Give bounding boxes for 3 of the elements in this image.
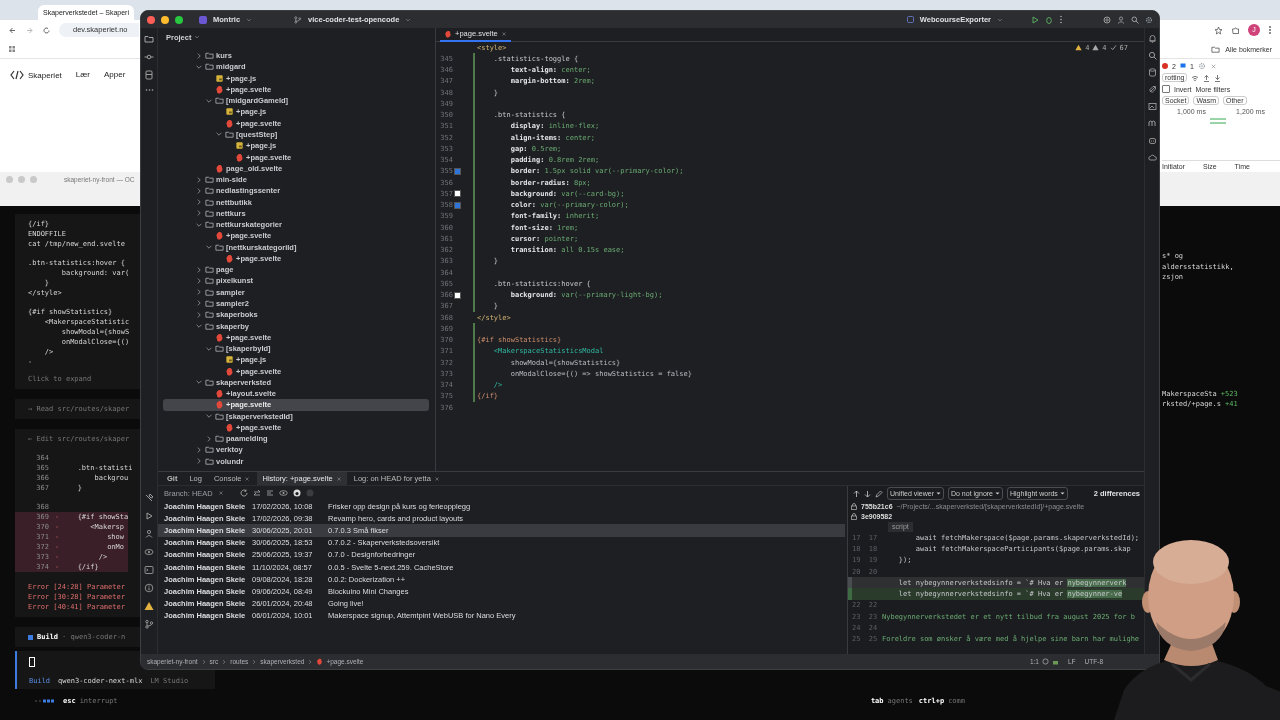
- nav-link[interactable]: Lær: [75, 70, 91, 79]
- site-name[interactable]: Skaperiet: [28, 70, 62, 80]
- nav-link[interactable]: Apper: [104, 70, 126, 79]
